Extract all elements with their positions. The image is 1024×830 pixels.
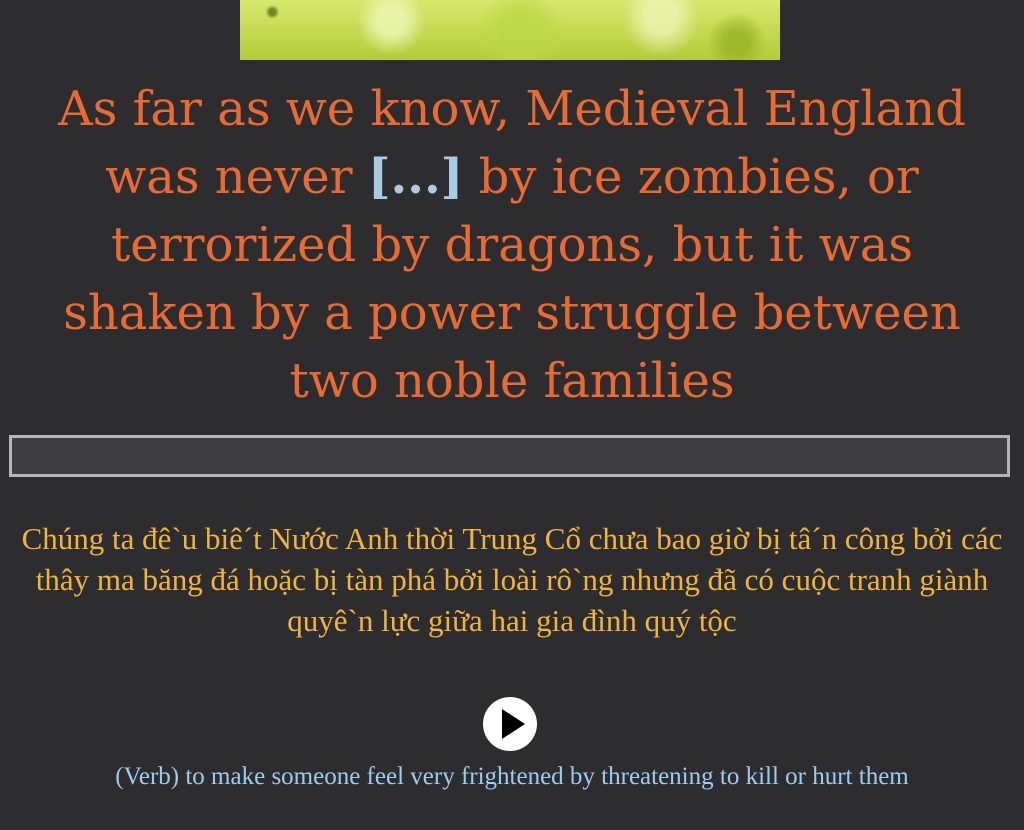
- hero-image: [240, 0, 780, 60]
- translation-text: Chúng ta đê`u biê´t Nước Anh thời Trung …: [21, 521, 1003, 638]
- flashcard-page: As far as we know, Medieval England was …: [0, 0, 1024, 830]
- play-audio-button[interactable]: [483, 697, 537, 751]
- play-icon: [484, 698, 536, 750]
- quote-blank: [...]: [367, 149, 464, 205]
- answer-input[interactable]: [9, 435, 1010, 477]
- quote-text: As far as we know, Medieval England was …: [20, 75, 1004, 415]
- definition-text: (Verb) to make someone feel very frighte…: [115, 763, 909, 790]
